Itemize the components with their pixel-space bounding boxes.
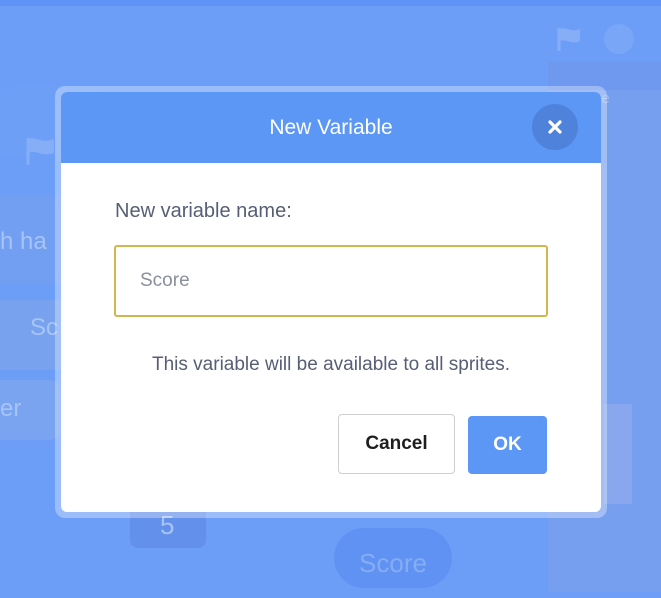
block-label: Sc [30, 314, 59, 341]
dialog-header: New Variable [61, 92, 601, 163]
variable-name-input[interactable] [114, 245, 548, 317]
ok-button[interactable]: OK [468, 416, 547, 474]
close-icon [548, 120, 562, 134]
stop-icon [604, 24, 634, 54]
green-flag-icon [557, 28, 580, 51]
stage-sprite-thumbnail [604, 404, 632, 504]
green-flag-icon [26, 138, 54, 165]
variable-name-label: New variable name: [115, 200, 292, 222]
dialog-title: New Variable [269, 116, 393, 139]
block-label: er [0, 395, 22, 422]
score-reporter-block: Score [334, 528, 452, 588]
block-label: h ha [0, 228, 47, 255]
close-button[interactable] [532, 104, 578, 150]
new-variable-dialog: New Variable New variable name: This var… [61, 92, 601, 512]
cancel-button[interactable]: Cancel [338, 414, 455, 474]
scope-info-text: This variable will be available to all s… [152, 354, 510, 375]
editor-menu-bar [0, 0, 661, 6]
